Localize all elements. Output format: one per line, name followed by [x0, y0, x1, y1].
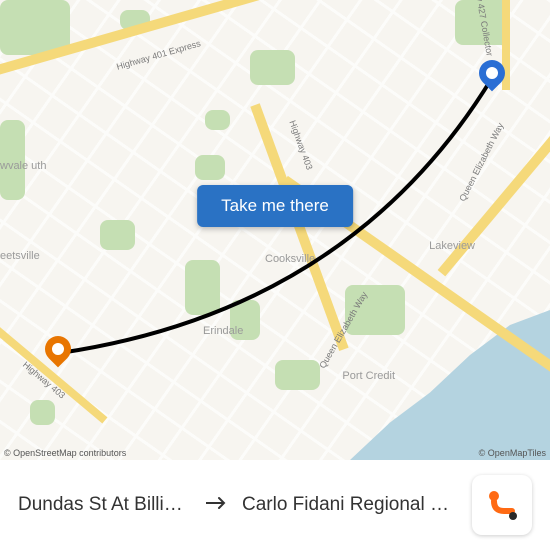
take-me-there-button[interactable]: Take me there: [197, 185, 353, 227]
route-text: Dundas St At Billingham Rd Carlo Fidani …: [18, 494, 462, 516]
park-area: [275, 360, 320, 390]
park-area: [205, 110, 230, 130]
place-label: Cooksville: [265, 253, 315, 265]
park-area: [195, 155, 225, 180]
place-label: eetsville: [0, 250, 40, 262]
attribution-tiles: © OpenMapTiles: [479, 448, 546, 458]
place-label: Port Credit: [342, 370, 395, 382]
highway-427: [502, 0, 510, 90]
park-area: [30, 400, 55, 425]
place-label: Erindale: [203, 325, 243, 337]
park-area: [100, 220, 135, 250]
arrow-right-icon: [206, 494, 228, 516]
route-summary-bar: Dundas St At Billingham Rd Carlo Fidani …: [0, 460, 550, 550]
park-area: [185, 260, 220, 315]
destination-label: Carlo Fidani Regional Cancer Centre: [242, 494, 462, 516]
origin-label: Dundas St At Billingham Rd: [18, 494, 192, 516]
attribution-osm: © OpenStreetMap contributors: [4, 448, 126, 458]
place-label: wvale uth: [0, 160, 46, 172]
place-label: Lakeview: [429, 240, 475, 252]
moovit-logo-icon[interactable]: [472, 475, 532, 535]
park-area: [250, 50, 295, 85]
map-viewport[interactable]: Highway 401 Express Highway 403 Queen El…: [0, 0, 550, 460]
